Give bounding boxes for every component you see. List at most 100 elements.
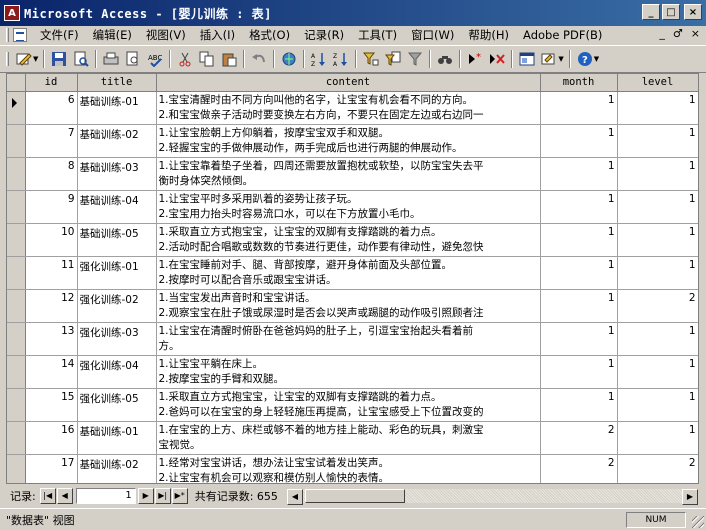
save-icon[interactable]	[49, 49, 69, 69]
menu-insert[interactable]: 插入(I)	[193, 27, 242, 43]
row-selector[interactable]	[7, 421, 26, 455]
toolbar-grip[interactable]	[6, 52, 9, 66]
cell-level[interactable]: 1	[617, 157, 698, 191]
cell-id[interactable]: 11	[25, 256, 78, 290]
view-dropdown-icon[interactable]: ▼	[33, 55, 38, 63]
cell-level[interactable]: 1	[617, 256, 698, 290]
cell-title[interactable]: 基础训练-04	[77, 190, 157, 224]
cell-content[interactable]: 1.当宝宝发出声音时和宝宝讲话。 2.观察宝宝在肚子饿或尿湿时是否会以哭声或踢腿的…	[156, 289, 541, 323]
search-file-icon[interactable]	[71, 49, 91, 69]
cell-level[interactable]: 1	[617, 223, 698, 257]
close-button[interactable]: ×	[684, 4, 702, 20]
table-row[interactable]: 7 基础训练-02 1.让宝宝脸朝上方仰躺着，按摩宝宝双手和双腿。 2.轻握宝宝的手做…	[7, 124, 698, 158]
cell-id[interactable]: 15	[25, 388, 78, 422]
insert-hyperlink-icon[interactable]	[279, 49, 299, 69]
cell-month[interactable]: 1	[540, 322, 618, 356]
cell-content[interactable]: 1.让宝宝靠着垫子坐着，四周还需要放置抱枕或软垫，以防宝宝失去平 衡时身体突然倾倒…	[156, 157, 541, 191]
scroll-left-icon[interactable]: ◀	[286, 488, 303, 505]
cell-title[interactable]: 强化训练-04	[77, 355, 157, 389]
row-selector[interactable]	[7, 223, 26, 257]
table-row[interactable]: 14 强化训练-04 1.让宝宝平躺在床上。 2.按摩宝宝的手臂和双腿。 1 1	[7, 355, 698, 389]
prev-record-button[interactable]: ◀	[56, 487, 73, 504]
menu-adobe-pdf[interactable]: Adobe PDF(B)	[516, 28, 609, 42]
column-header-id[interactable]: id	[25, 74, 78, 92]
scroll-thumb[interactable]	[304, 488, 405, 503]
cell-id[interactable]: 16	[25, 421, 78, 455]
cell-title[interactable]: 基础训练-03	[77, 157, 157, 191]
table-row[interactable]: 15 强化训练-05 1.采取直立方式抱宝宝，让宝宝的双脚有支撑踏跳的着力点。 2.爸…	[7, 388, 698, 422]
table-row[interactable]: 16 基础训练-01 1.在宝宝的上方、床栏或够不着的地方挂上能动、彩色的玩具，刺激…	[7, 421, 698, 455]
cell-month[interactable]: 1	[540, 256, 618, 290]
cell-level[interactable]: 1	[617, 91, 698, 125]
cell-id[interactable]: 9	[25, 190, 78, 224]
table-row[interactable]: 17 基础训练-02 1.经常对宝宝讲话，想办法让宝宝试着发出笑声。 2.让宝宝有机会…	[7, 454, 698, 483]
cell-title[interactable]: 强化训练-05	[77, 388, 157, 422]
row-selector-header[interactable]	[7, 74, 26, 92]
cell-content[interactable]: 1.经常对宝宝讲话，想办法让宝宝试着发出笑声。 2.让宝宝有机会可以观察和模仿别人…	[156, 454, 541, 483]
print-icon[interactable]	[101, 49, 121, 69]
design-view-icon[interactable]	[14, 49, 34, 69]
cell-month[interactable]: 1	[540, 223, 618, 257]
resize-grip-icon[interactable]	[692, 516, 704, 528]
doc-minimize-button[interactable]: _	[659, 27, 665, 40]
first-record-button[interactable]: |◀	[39, 487, 56, 504]
paste-icon[interactable]	[219, 49, 239, 69]
cell-level[interactable]: 1	[617, 322, 698, 356]
sort-ascending-icon[interactable]: AZ	[309, 49, 329, 69]
cell-level[interactable]: 1	[617, 355, 698, 389]
table-row[interactable]: 11 强化训练-01 1.在宝宝睡前对手、腿、背部按摩，避开身体前面及头部位置。 2.…	[7, 256, 698, 290]
row-selector[interactable]	[7, 289, 26, 323]
column-header-title[interactable]: title	[77, 74, 157, 92]
table-row[interactable]: 6 基础训练-01 1.宝宝清醒时由不同方向叫他的名字，让宝宝有机会看不同的方向。 2…	[7, 91, 698, 125]
row-selector[interactable]	[7, 124, 26, 158]
cell-id[interactable]: 7	[25, 124, 78, 158]
cell-id[interactable]: 10	[25, 223, 78, 257]
cell-month[interactable]: 1	[540, 190, 618, 224]
table-row[interactable]: 10 基础训练-05 1.采取直立方式抱宝宝，让宝宝的双脚有支撑踏跳的着力点。 2.活…	[7, 223, 698, 257]
cell-month[interactable]: 1	[540, 91, 618, 125]
current-record-input[interactable]: 1	[75, 487, 136, 504]
doc-restore-button[interactable]: ♂	[673, 27, 683, 40]
menu-tools[interactable]: 工具(T)	[351, 27, 404, 43]
row-selector[interactable]	[7, 157, 26, 191]
cell-month[interactable]: 1	[540, 124, 618, 158]
row-selector[interactable]	[7, 322, 26, 356]
undo-icon[interactable]	[249, 49, 269, 69]
copy-icon[interactable]	[197, 49, 217, 69]
cell-month[interactable]: 2	[540, 421, 618, 455]
column-header-level[interactable]: level	[617, 74, 698, 92]
cell-level[interactable]: 1	[617, 388, 698, 422]
new-record-button[interactable]: ▶*	[171, 487, 188, 504]
cell-title[interactable]: 基础训练-02	[77, 124, 157, 158]
row-selector[interactable]	[7, 454, 26, 483]
cell-content[interactable]: 1.让宝宝在清醒时俯卧在爸爸妈妈的肚子上，引逗宝宝抬起头看着前 方。	[156, 322, 541, 356]
cell-id[interactable]: 12	[25, 289, 78, 323]
new-object-icon[interactable]	[539, 49, 559, 69]
cell-title[interactable]: 基础训练-02	[77, 454, 157, 483]
cell-level[interactable]: 1	[617, 421, 698, 455]
help-dropdown-icon[interactable]: ▼	[594, 55, 599, 63]
cell-level[interactable]: 1	[617, 190, 698, 224]
cell-title[interactable]: 基础训练-01	[77, 421, 157, 455]
cell-title[interactable]: 基础训练-01	[77, 91, 157, 125]
menu-edit[interactable]: 编辑(E)	[86, 27, 139, 43]
cell-id[interactable]: 6	[25, 91, 78, 125]
delete-record-icon[interactable]	[487, 49, 507, 69]
cell-content[interactable]: 1.让宝宝平时多采用趴着的姿势让孩子玩。 2.宝宝用力抬头时容易流口水，可以在下方…	[156, 190, 541, 224]
horizontal-scrollbar[interactable]: ◀ ▶	[285, 487, 699, 505]
find-icon[interactable]	[435, 49, 455, 69]
minimize-button[interactable]: _	[642, 4, 660, 20]
cell-month[interactable]: 1	[540, 355, 618, 389]
menu-format[interactable]: 格式(O)	[242, 27, 297, 43]
table-row[interactable]: 13 强化训练-03 1.让宝宝在清醒时俯卧在爸爸妈妈的肚子上，引逗宝宝抬起头看着前…	[7, 322, 698, 356]
filter-by-form-icon[interactable]	[383, 49, 403, 69]
row-selector[interactable]	[7, 190, 26, 224]
row-selector[interactable]	[7, 355, 26, 389]
document-icon[interactable]	[13, 28, 27, 42]
cell-id[interactable]: 17	[25, 454, 78, 483]
cell-level[interactable]: 2	[617, 454, 698, 483]
apply-filter-icon[interactable]	[405, 49, 425, 69]
row-selector[interactable]	[7, 256, 26, 290]
cell-content[interactable]: 1.让宝宝脸朝上方仰躺着，按摩宝宝双手和双腿。 2.轻握宝宝的手做伸展动作，两手完…	[156, 124, 541, 158]
cell-title[interactable]: 强化训练-03	[77, 322, 157, 356]
